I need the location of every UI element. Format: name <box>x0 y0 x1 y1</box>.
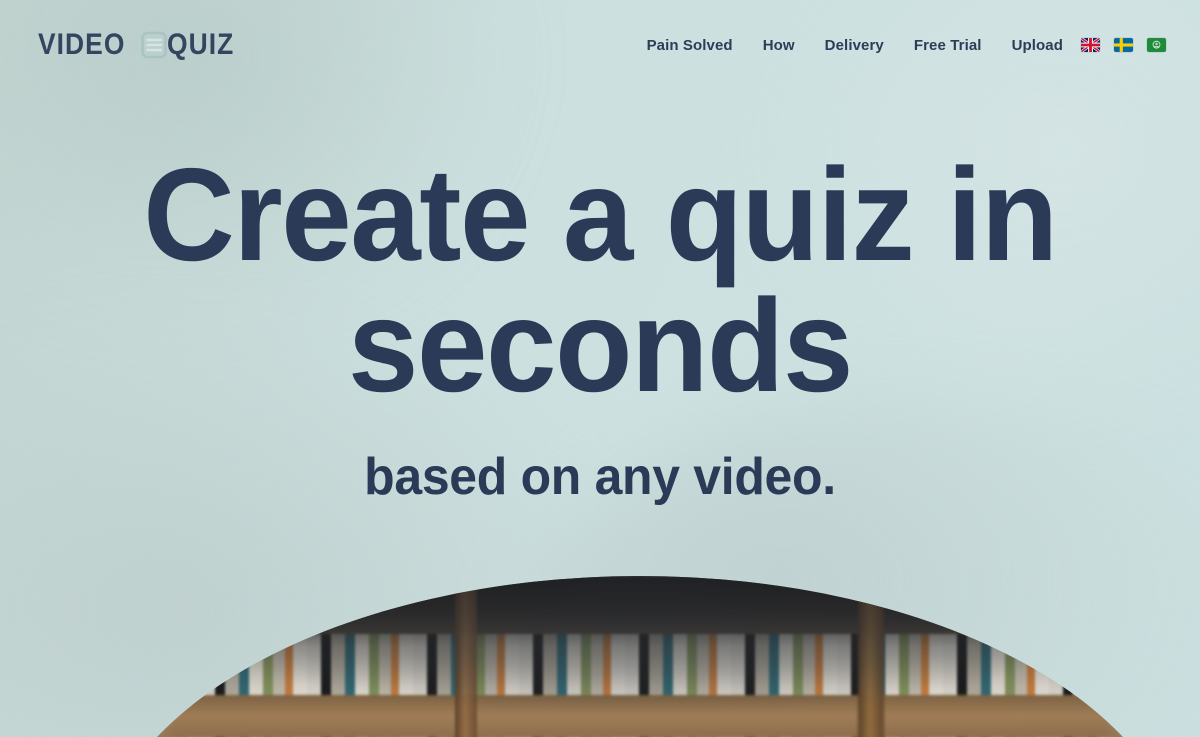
nav-link-pain-solved[interactable]: Pain Solved <box>647 29 733 62</box>
landing-page: VIDEO QUIZ Pain Solved How Delivery Free… <box>0 0 1200 737</box>
quiz-list-bubble-icon <box>141 31 168 59</box>
bookshelf-photo <box>95 576 1185 737</box>
site-logo[interactable]: VIDEO QUIZ <box>38 30 244 60</box>
hero-title-line-1: Create a quiz in <box>143 141 1058 288</box>
nav-link-free-trial[interactable]: Free Trial <box>914 29 982 62</box>
main-navigation: Pain Solved How Delivery Free Trial Uplo… <box>647 29 1166 62</box>
shelf-divider-left <box>454 576 477 737</box>
flag-united-kingdom-icon[interactable] <box>1081 38 1100 52</box>
hero-bookshelf-image <box>95 576 1185 737</box>
site-header: VIDEO QUIZ Pain Solved How Delivery Free… <box>0 0 1200 90</box>
logo-word-quiz: QUIZ <box>167 28 235 61</box>
flag-saudi-arabia-icon[interactable] <box>1147 38 1166 52</box>
shelf-divider-right <box>858 576 884 737</box>
nav-link-delivery[interactable]: Delivery <box>825 29 884 62</box>
nav-link-upload[interactable]: Upload <box>1012 29 1063 62</box>
language-switcher <box>1081 38 1166 52</box>
nav-link-how[interactable]: How <box>763 29 795 62</box>
hero-subtitle: based on any video. <box>364 448 836 507</box>
logo-word-video: VIDEO <box>38 28 126 61</box>
flag-sweden-icon[interactable] <box>1114 38 1133 52</box>
hero-title-line-2: seconds <box>347 271 853 419</box>
